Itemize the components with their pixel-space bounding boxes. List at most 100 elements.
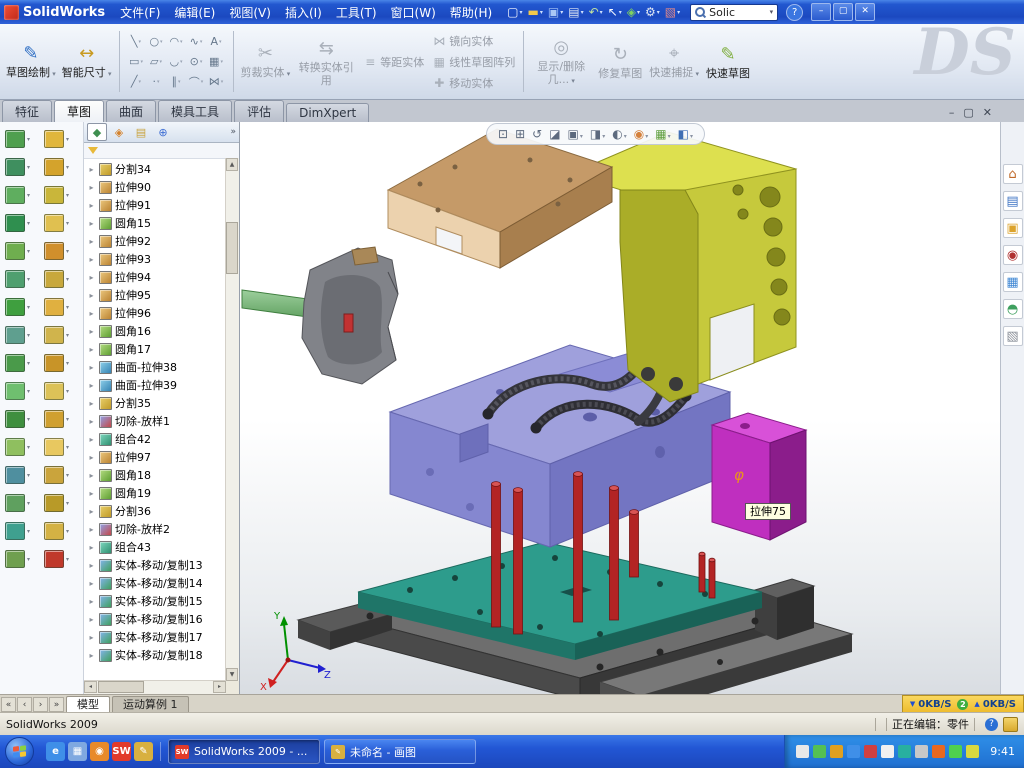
left-toolbar-icon[interactable] [5,522,44,540]
assembly-model[interactable]: φ [240,122,1000,694]
tree-item[interactable]: 圆角19 [84,484,226,502]
media-player-icon[interactable]: ◉ [90,742,109,761]
move-entities-button[interactable]: ✚ 移动实体 [432,74,515,92]
left-toolbar-icon[interactable] [5,326,44,344]
dimxpert-manager-tab[interactable]: ⊕ [153,123,173,141]
pattern-tool-icon[interactable]: ▦ [207,52,226,71]
tree-item[interactable]: 圆角15 [84,214,226,232]
minimize-button[interactable]: – [811,3,831,21]
slide-insert-part[interactable] [242,247,398,384]
tree-item[interactable]: 分割34 [84,160,226,178]
internet-explorer-icon[interactable]: e [46,742,65,761]
section-view-icon[interactable]: ◪ [549,128,560,140]
expand-arrow-icon[interactable] [87,345,96,354]
property-manager-tab[interactable]: ◈ [109,123,129,141]
expand-arrow-icon[interactable] [87,165,96,174]
left-toolbar-icon[interactable] [44,298,83,316]
tree-item[interactable]: 拉伸93 [84,250,226,268]
expand-arrow-icon[interactable] [87,543,96,552]
close-button[interactable]: ✕ [855,3,875,21]
filter-icon[interactable] [88,147,98,154]
expand-arrow-icon[interactable] [87,597,96,606]
display-style-icon[interactable]: ◨ [590,128,605,140]
parallelogram-tool-icon[interactable]: ▱ [147,52,166,71]
tree-item[interactable]: 组合43 [84,538,226,556]
text-tool-icon[interactable]: A [207,32,226,51]
left-toolbar-icon[interactable] [44,270,83,288]
expand-arrow-icon[interactable] [87,651,96,660]
ribbon-tab[interactable]: 草图 [54,100,104,122]
tree-item[interactable]: 圆角16 [84,322,226,340]
offset-entities-button[interactable]: ≡ 等距实体 [363,53,424,71]
view-palette-icon[interactable]: ▦ [1003,272,1023,292]
tree-item[interactable]: 拉伸95 [84,286,226,304]
scroll-down-icon[interactable] [226,668,238,681]
expand-arrow-icon[interactable] [87,309,96,318]
tree-item[interactable]: 实体-移动/复制13 [84,556,226,574]
document-tab[interactable]: 运动算例 1 [112,696,189,712]
tree-item[interactable]: 组合42 [84,430,226,448]
tray-icon[interactable] [949,745,962,758]
menu-item[interactable]: 工具(T) [329,3,384,22]
left-toolbar-icon[interactable] [5,382,44,400]
open-icon[interactable]: ▬ [526,3,545,21]
maximize-button[interactable]: ▢ [833,3,853,21]
previous-view-icon[interactable]: ↺ [532,128,542,140]
tree-item[interactable]: 实体-移动/复制16 [84,610,226,628]
tree-item[interactable]: 实体-移动/复制14 [84,574,226,592]
apply-scene-icon[interactable]: ▦ [655,128,670,140]
appearance-icon[interactable]: ▧ [663,3,682,21]
tree-item[interactable]: 分割36 [84,502,226,520]
tree-item[interactable]: 曲面-拉伸39 [84,376,226,394]
arc-tool-icon[interactable]: ◠ [167,32,186,51]
tray-icon[interactable] [847,745,860,758]
tree-item[interactable]: 分割35 [84,394,226,412]
show-desktop-icon[interactable]: ▦ [68,742,87,761]
scroll-right-icon[interactable] [213,681,226,693]
tree-item[interactable]: 切除-放样1 [84,412,226,430]
search-box[interactable]: Solic [690,4,778,21]
left-toolbar-icon[interactable] [44,494,83,512]
left-toolbar-icon[interactable] [5,550,44,568]
menu-item[interactable]: 帮助(H) [443,3,499,22]
tree-item[interactable]: 拉伸92 [84,232,226,250]
graphics-area[interactable]: φ [240,122,1000,694]
tray-icon[interactable] [864,745,877,758]
expand-arrow-icon[interactable] [87,255,96,264]
line-tool-icon[interactable]: ╲ [127,32,146,51]
tree-item[interactable]: 圆角18 [84,466,226,484]
spline-tool-icon[interactable]: ∿ [187,32,206,51]
first-tab-icon[interactable]: « [1,697,16,712]
options-icon[interactable]: ⚙ [643,3,662,21]
left-toolbar-icon[interactable] [5,158,44,176]
circle-tool-icon[interactable]: ○ [147,32,166,51]
tray-icon[interactable] [966,745,979,758]
ribbon-tab[interactable]: 曲面 [106,100,156,122]
clipboard-icon[interactable] [1003,717,1018,732]
left-toolbar-icon[interactable] [44,242,83,260]
help-icon[interactable]: ? [786,4,803,21]
tray-icon[interactable] [881,745,894,758]
slide-block-part[interactable]: φ [712,413,806,540]
left-toolbar-icon[interactable] [5,270,44,288]
custom-properties-icon[interactable]: ▧ [1003,326,1023,346]
scroll-thumb[interactable] [226,222,238,274]
tree-horizontal-scrollbar[interactable] [84,680,226,694]
rectangle-tool-icon[interactable]: ▭ [127,52,146,71]
menu-item[interactable]: 窗口(W) [384,3,443,22]
tray-icon[interactable] [796,745,809,758]
scroll-thumb[interactable] [98,681,144,693]
tree-item[interactable]: 拉伸91 [84,196,226,214]
expand-arrow-icon[interactable] [87,291,96,300]
expand-arrow-icon[interactable] [87,507,96,516]
view-orientation-icon[interactable]: ▣ [568,128,583,140]
expand-arrow-icon[interactable] [87,363,96,372]
expand-arrow-icon[interactable] [87,273,96,282]
ribbon-tab[interactable]: 评估 [234,100,284,122]
task-button[interactable]: ✎ 未命名 - 画图 [324,739,476,764]
convert-entities-button[interactable]: ⇆ 转换实体引用 [294,27,358,96]
paint-icon[interactable]: ✎ [134,742,153,761]
tree-vertical-scrollbar[interactable] [225,158,239,681]
expand-arrow-icon[interactable] [87,201,96,210]
undo-icon[interactable]: ↶ [587,3,605,21]
